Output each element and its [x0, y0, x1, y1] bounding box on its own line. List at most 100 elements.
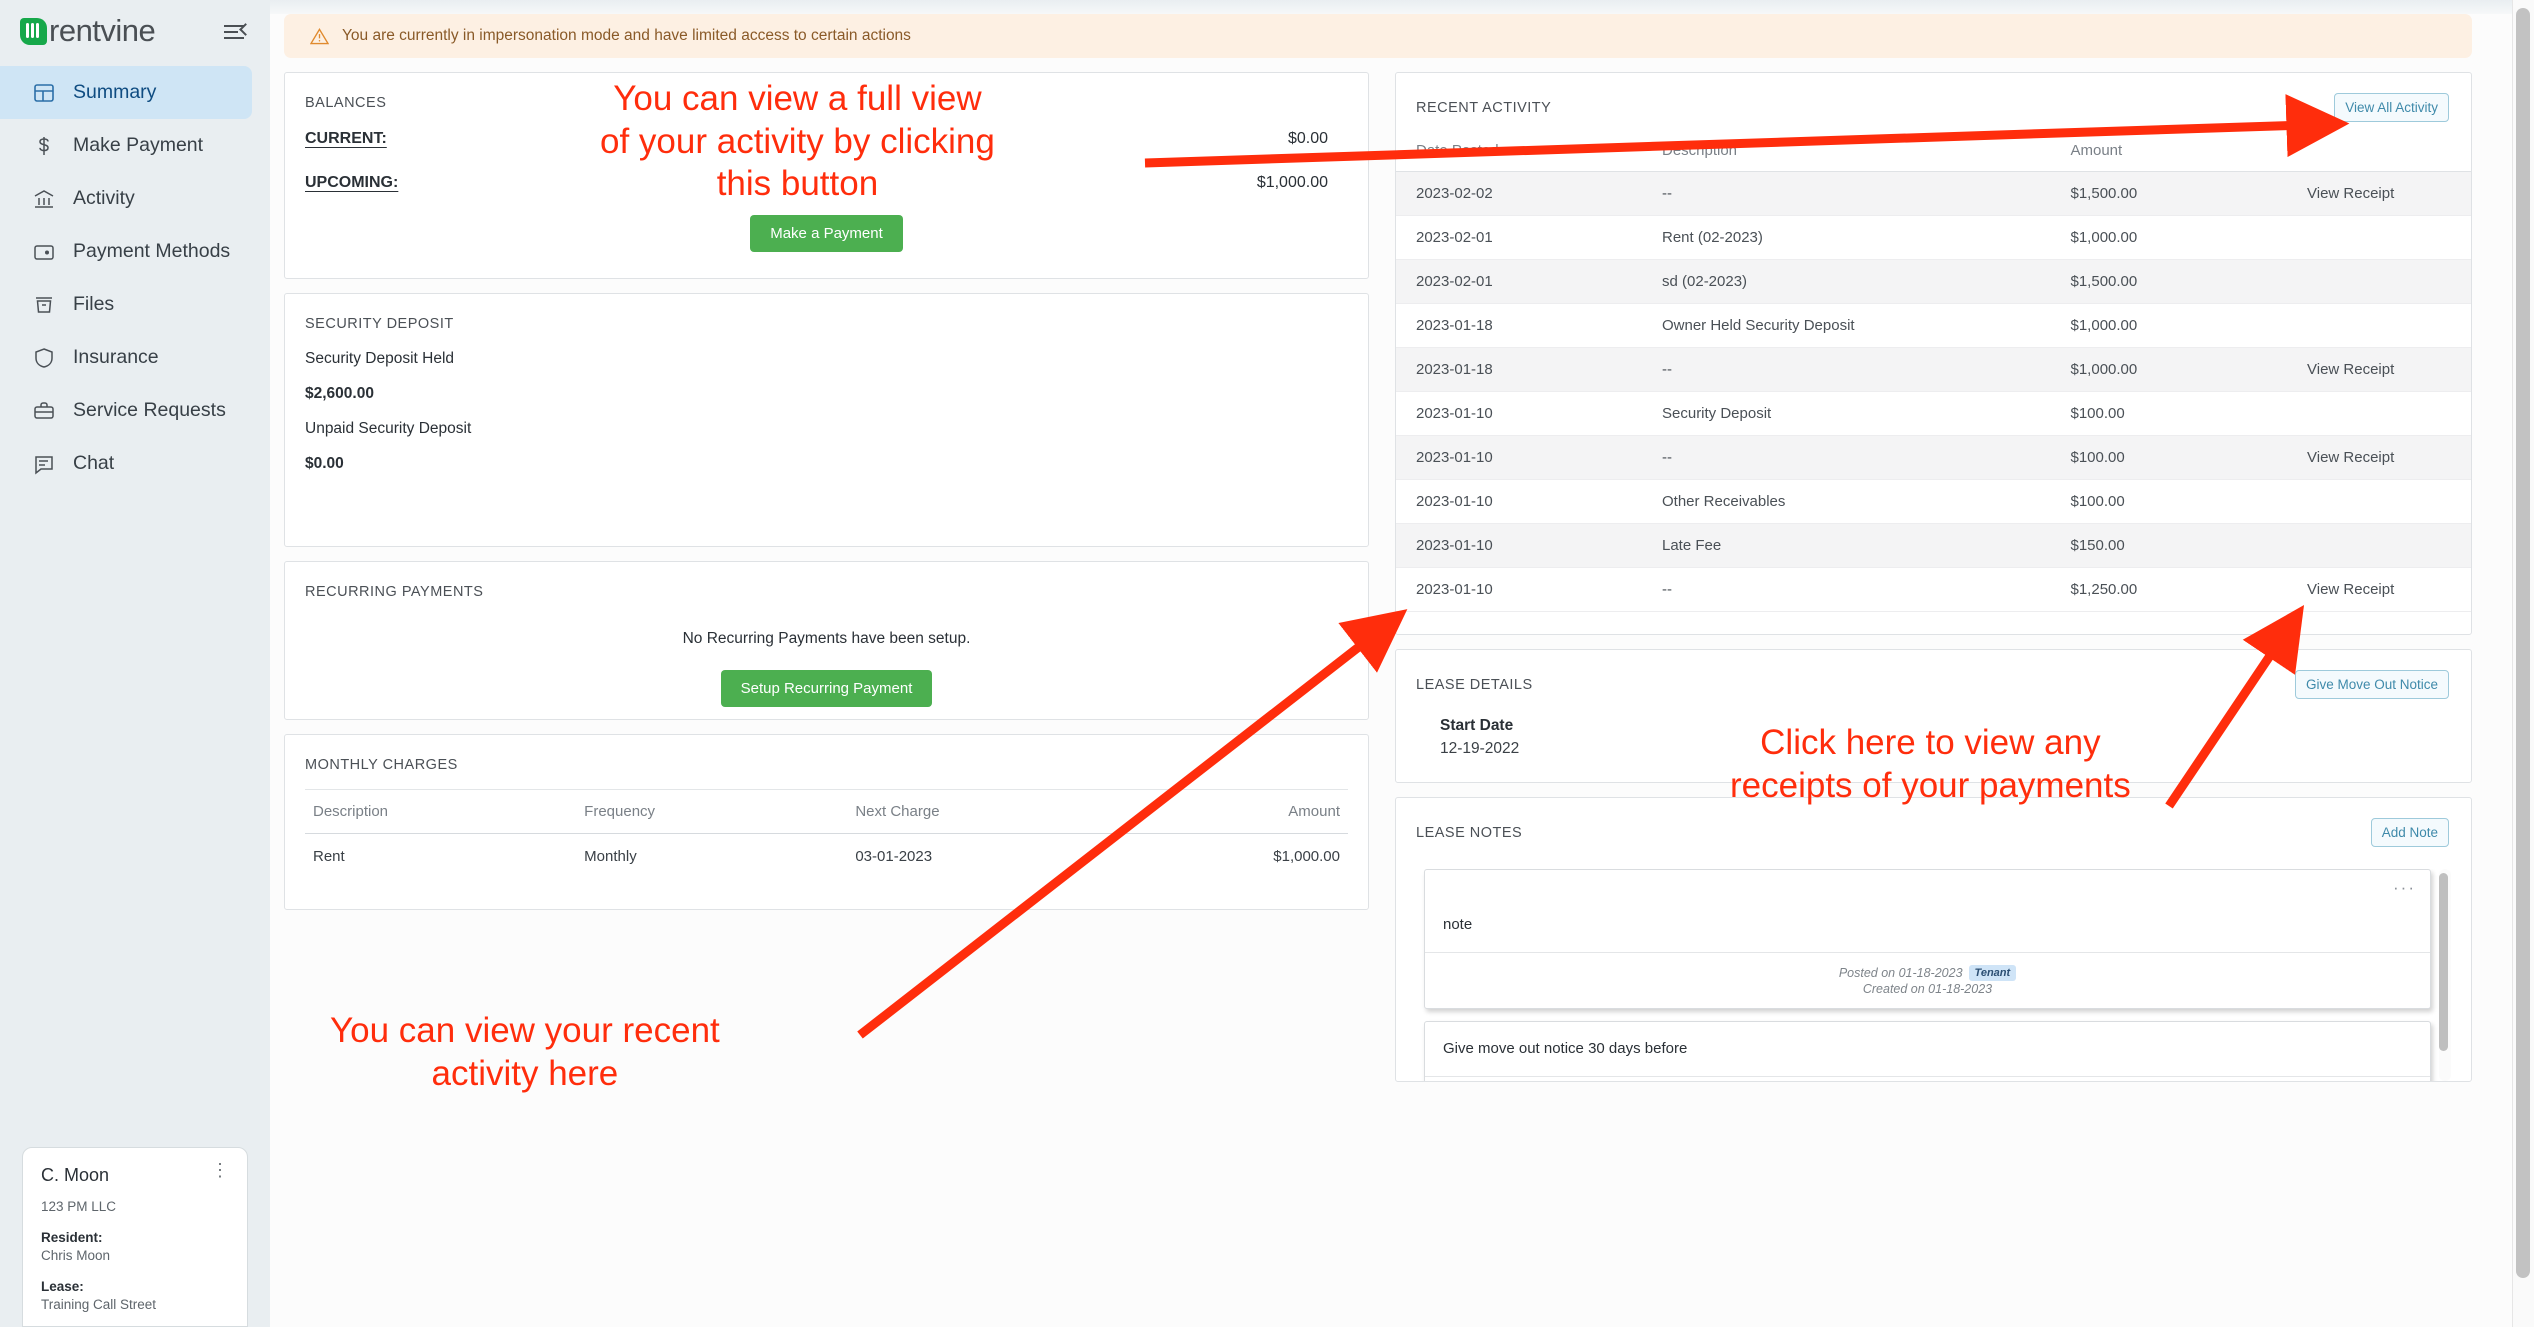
security-deposit-card: SECURITY DEPOSIT Security Deposit Held $…: [284, 293, 1369, 547]
cell-description: Other Receivables: [1654, 479, 2063, 524]
cell-date: 2023-01-10: [1396, 567, 1654, 612]
brand-name: rentvine: [49, 13, 156, 48]
lease-details-card: LEASE DETAILS Give Move Out Notice Start…: [1395, 649, 2472, 783]
profile-lease-label: Lease:: [41, 1279, 84, 1294]
lease-note-item[interactable]: ··· note Posted on 01-18-2023 Tenant Crea…: [1424, 869, 2431, 1009]
table-row[interactable]: 2023-01-18 -- $1,000.00 View Receipt: [1396, 347, 2471, 392]
cell-date: 2023-02-01: [1396, 215, 1654, 260]
view-receipt-link: [2299, 523, 2471, 568]
profile-name: C. Moon: [41, 1165, 110, 1185]
view-receipt-link[interactable]: View Receipt: [2299, 435, 2471, 480]
view-receipt-link[interactable]: View Receipt: [2299, 171, 2471, 216]
left-column: BALANCES CURRENT: $0.00 UPCOMING: $1,000…: [284, 72, 1369, 1327]
start-date-label: Start Date: [1440, 717, 1514, 734]
sidebar-item-chat[interactable]: Chat: [0, 437, 252, 490]
sidebar-nav: Summary Make Payment Activity Payment Me…: [0, 66, 270, 490]
dashboard-icon: [32, 81, 56, 105]
sidebar-item-service-requests[interactable]: Service Requests: [0, 384, 252, 437]
cell-next-charge: 03-01-2023: [855, 848, 933, 865]
sidebar-header: rentvine: [0, 0, 270, 62]
cell-date: 2023-01-10: [1396, 479, 1654, 524]
balance-row-upcoming: UPCOMING: $1,000.00: [285, 161, 1368, 205]
brand-logo[interactable]: rentvine: [20, 13, 156, 49]
table-row[interactable]: Rent Monthly 03-01-2023 $1,000.00: [305, 834, 1348, 880]
view-all-activity-button[interactable]: View All Activity: [2334, 93, 2449, 122]
monthly-charges-card: MONTHLY CHARGES Description Frequency Ne…: [284, 734, 1369, 910]
cell-amount: $1,000.00: [2062, 303, 2299, 348]
cell-amount: $100.00: [2062, 435, 2299, 480]
sidebar-item-label: Chat: [73, 452, 115, 474]
cell-description: --: [1654, 435, 2063, 480]
sidebar-item-label: Make Payment: [73, 134, 204, 156]
lease-notes-scroll-area[interactable]: ··· note Posted on 01-18-2023 Tenant Crea…: [1414, 869, 2453, 1081]
sidebar-item-label: Insurance: [73, 346, 159, 368]
dashboard-content: BALANCES CURRENT: $0.00 UPCOMING: $1,000…: [284, 72, 2472, 1327]
cell-frequency: Monthly: [584, 848, 637, 865]
cell-description: --: [1654, 567, 2063, 612]
table-row[interactable]: 2023-01-10 Other Receivables $100.00: [1396, 479, 2471, 524]
cell-date: 2023-02-02: [1396, 171, 1654, 216]
cell-description: Rent: [313, 848, 345, 865]
view-receipt-link: [2299, 215, 2471, 260]
setup-recurring-payment-button[interactable]: Setup Recurring Payment: [720, 670, 933, 707]
sidebar-item-activity[interactable]: Activity: [0, 172, 252, 225]
balance-row-current: CURRENT: $0.00: [285, 117, 1368, 161]
table-row[interactable]: 2023-02-01 Rent (02-2023) $1,000.00: [1396, 215, 2471, 260]
start-date-value: 12-19-2022: [1440, 740, 1520, 757]
recurring-payments-card: RECURRING PAYMENTS No Recurring Payments…: [284, 561, 1369, 720]
profile-card: C. Moon ⋮ 123 PM LLC Resident: Chris Moo…: [22, 1147, 248, 1327]
shield-icon: [32, 346, 56, 370]
sidebar-item-label: Payment Methods: [73, 240, 231, 262]
cell-description: --: [1654, 347, 2063, 392]
impersonation-banner: You are currently in impersonation mode …: [284, 14, 2472, 58]
cell-date: 2023-01-10: [1396, 523, 1654, 568]
page-scrollbar-thumb[interactable]: [2516, 8, 2530, 1278]
give-move-out-notice-button[interactable]: Give Move Out Notice: [2294, 670, 2449, 699]
note-posted: Posted on 01-18-2023: [1838, 966, 1963, 980]
table-row[interactable]: 2023-02-02 -- $1,500.00 View Receipt: [1396, 171, 2471, 216]
cell-description: sd (02-2023): [1654, 259, 2063, 304]
lease-notes-scrollbar-track[interactable]: [2439, 869, 2451, 1081]
page-scrollbar-track[interactable]: [2512, 0, 2534, 1327]
wallet-icon: [32, 240, 56, 264]
table-row[interactable]: 2023-01-18 Owner Held Security Deposit $…: [1396, 303, 2471, 348]
table-row[interactable]: 2023-01-10 -- $100.00 View Receipt: [1396, 435, 2471, 480]
table-row[interactable]: 2023-01-10 -- $1,250.00 View Receipt: [1396, 567, 2471, 612]
view-receipt-link: [2299, 303, 2471, 348]
table-row[interactable]: 2023-01-10 Late Fee $150.00: [1396, 523, 2471, 568]
unpaid-security-deposit-value: $0.00: [305, 455, 344, 472]
balance-label: CURRENT:: [305, 130, 387, 147]
table-header-row: Date Posted Description Amount: [1396, 130, 2471, 172]
note-kebab-icon[interactable]: ···: [2393, 878, 2416, 898]
view-receipt-link[interactable]: View Receipt: [2299, 567, 2471, 612]
table-row[interactable]: 2023-01-10 Security Deposit $100.00: [1396, 391, 2471, 436]
sidebar-item-label: Files: [73, 293, 115, 315]
recurring-payments-title: RECURRING PAYMENTS: [305, 584, 484, 600]
balances-card: BALANCES CURRENT: $0.00 UPCOMING: $1,000…: [284, 72, 1369, 279]
menu-collapse-icon[interactable]: [224, 21, 252, 41]
toolbox-icon: [32, 399, 56, 423]
sidebar-item-make-payment[interactable]: Make Payment: [0, 119, 252, 172]
balance-value: $1,000.00: [1256, 174, 1328, 191]
sidebar-item-insurance[interactable]: Insurance: [0, 331, 252, 384]
add-note-button[interactable]: Add Note: [2370, 818, 2449, 847]
cell-date: 2023-01-10: [1396, 435, 1654, 480]
profile-kebab-icon[interactable]: ⋮: [211, 1161, 229, 1179]
cell-description: Owner Held Security Deposit: [1654, 303, 2063, 348]
make-a-payment-button[interactable]: Make a Payment: [750, 215, 903, 252]
cell-description: Late Fee: [1654, 523, 2063, 568]
view-receipt-link[interactable]: View Receipt: [2299, 347, 2471, 392]
cell-date: 2023-01-18: [1396, 303, 1654, 348]
sidebar-item-payment-methods[interactable]: Payment Methods: [0, 225, 252, 278]
cell-amount: $150.00: [2062, 523, 2299, 568]
sidebar: rentvine Summary Make Payment Activity P…: [0, 0, 270, 1327]
table-row[interactable]: 2023-02-01 sd (02-2023) $1,500.00: [1396, 259, 2471, 304]
security-deposit-title: SECURITY DEPOSIT: [305, 316, 454, 332]
sidebar-item-files[interactable]: Files: [0, 278, 252, 331]
sidebar-item-label: Activity: [73, 187, 135, 209]
sidebar-item-summary[interactable]: Summary: [0, 66, 252, 119]
lease-note-item[interactable]: Give move out notice 30 days before Post…: [1424, 1021, 2431, 1081]
cell-amount: $1,000.00: [2062, 347, 2299, 392]
sidebar-item-label: Service Requests: [73, 399, 226, 421]
lease-notes-scrollbar-thumb[interactable]: [2439, 873, 2448, 1051]
